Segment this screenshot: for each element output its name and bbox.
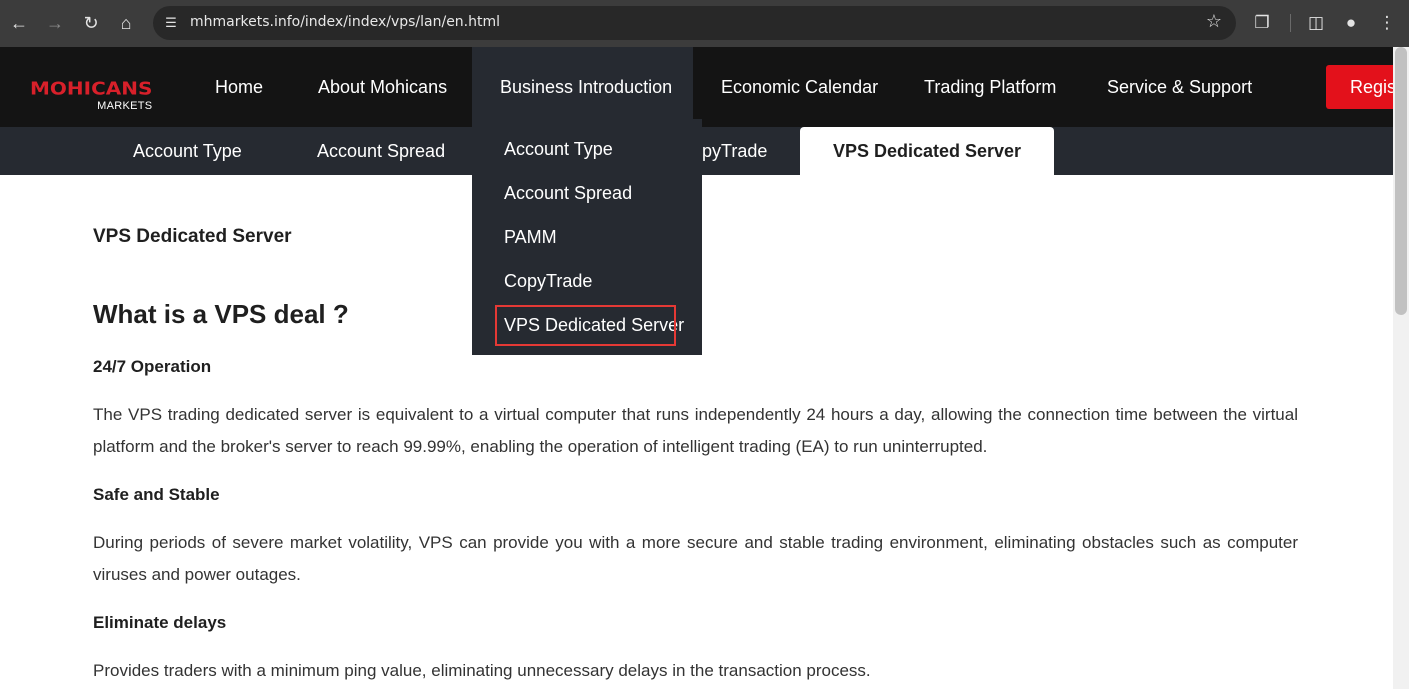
extensions-icon[interactable]: ❐ (1248, 9, 1276, 37)
profile-icon[interactable]: ● (1337, 9, 1365, 37)
url-text[interactable]: mhmarkets.info/index/index/vps/lan/en.ht… (190, 14, 500, 30)
address-bar[interactable]: ☰ mhmarkets.info/index/index/vps/lan/en.… (153, 6, 1236, 40)
site-settings-icon[interactable]: ☰ (163, 15, 179, 31)
home-icon[interactable]: ⌂ (111, 8, 141, 38)
scrollbar-thumb[interactable] (1395, 47, 1407, 315)
bookmark-star-icon[interactable]: ☆ (1206, 11, 1222, 32)
tab-account-type[interactable]: Account Type (133, 127, 242, 175)
nav-economic-calendar[interactable]: Economic Calendar (721, 47, 878, 127)
paragraph-safe-stable: During periods of severe market volatili… (93, 533, 1298, 584)
page-title: VPS Dedicated Server (93, 226, 292, 247)
menu-icon[interactable]: ⋮ (1373, 9, 1401, 37)
tab-copytrade[interactable]: pyTrade (702, 127, 767, 175)
forward-icon[interactable]: → (40, 8, 70, 38)
paragraph-operation: The VPS trading dedicated server is equi… (93, 405, 1298, 456)
reload-icon[interactable]: ↻ (76, 8, 106, 38)
toolbar-divider (1290, 14, 1291, 32)
dropdown-item-account-type[interactable]: Account Type (504, 139, 613, 160)
dropdown-item-account-spread[interactable]: Account Spread (504, 183, 632, 204)
logo-sub: MARKETS (97, 100, 153, 112)
paragraph-eliminate-delays: Provides traders with a minimum ping val… (93, 661, 871, 680)
dropdown-item-copytrade[interactable]: CopyTrade (504, 271, 592, 292)
subheading-eliminate-delays: Eliminate delays (93, 613, 227, 632)
logo[interactable]: MOHICANS MARKETS (30, 77, 153, 112)
tab-vps-dedicated-server[interactable]: VPS Dedicated Server (800, 127, 1054, 175)
highlight-box (495, 305, 676, 346)
subheading-operation: 24/7 Operation (93, 357, 212, 376)
browser-toolbar: ← → ↻ ⌂ ☰ mhmarkets.info/index/index/vps… (0, 0, 1409, 47)
nav-home[interactable]: Home (215, 47, 263, 127)
subheading-safe-stable: Safe and Stable (93, 485, 220, 504)
nav-business-introduction[interactable]: Business Introduction (472, 47, 693, 127)
side-panel-icon[interactable]: ◫ (1302, 9, 1330, 37)
nav-about[interactable]: About Mohicans (318, 47, 447, 127)
nav-service-support[interactable]: Service & Support (1107, 47, 1252, 127)
nav-trading-platform[interactable]: Trading Platform (924, 47, 1056, 127)
logo-brand: MOHICANS (30, 77, 153, 99)
site-header: MOHICANS MARKETS Home About Mohicans Bus… (0, 47, 1409, 127)
back-icon[interactable]: ← (4, 8, 34, 38)
dropdown-item-pamm[interactable]: PAMM (504, 227, 557, 248)
section-heading: What is a VPS deal ? (93, 299, 349, 329)
scrollbar[interactable] (1393, 47, 1409, 689)
business-dropdown-menu: Account Type Account Spread PAMM CopyTra… (472, 119, 702, 355)
tab-account-spread[interactable]: Account Spread (317, 127, 445, 175)
